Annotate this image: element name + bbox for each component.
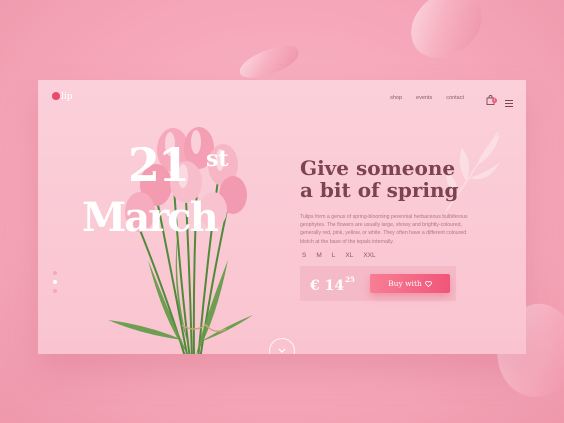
size-option-xl[interactable]: XL <box>345 252 353 259</box>
slider-dot[interactable] <box>53 271 57 275</box>
headline: Give someone a bit of spring <box>300 157 500 201</box>
brand-logo-text: lip <box>61 92 73 102</box>
size-option-xxl[interactable]: XXL <box>363 252 375 259</box>
tulip-bud-icon <box>52 92 60 100</box>
slider-dots <box>53 271 57 293</box>
cart-button[interactable]: 1 <box>486 92 497 105</box>
headline-line-2: a bit of spring <box>300 178 459 202</box>
slider-dot[interactable] <box>53 289 57 293</box>
heart-icon <box>424 280 432 287</box>
menu-button[interactable] <box>505 94 513 107</box>
currency-symbol: € <box>310 278 320 294</box>
price-whole: 14 <box>324 278 345 294</box>
slider-dot-active[interactable] <box>53 280 57 284</box>
buy-button[interactable]: Buy with <box>370 274 450 293</box>
price-cents: 25 <box>345 275 355 284</box>
scroll-down-button[interactable] <box>269 338 295 354</box>
date-suffix: st <box>206 146 229 172</box>
menu-icon <box>505 100 513 107</box>
date-day: 21 <box>128 138 190 192</box>
headline-line-1: Give someone <box>300 156 456 180</box>
size-option-l[interactable]: L <box>332 252 336 259</box>
petal-decoration-top-right <box>398 0 494 69</box>
chevron-down-icon <box>278 348 286 353</box>
brand-logo[interactable]: lip <box>52 92 73 102</box>
size-option-m[interactable]: M <box>316 252 321 259</box>
price: € 1425 <box>310 275 355 294</box>
petal-decoration-top-center <box>235 41 303 83</box>
nav-item-contact[interactable]: contact <box>446 95 464 101</box>
size-selector: S M L XL XXL <box>302 252 376 259</box>
hero-card: lip shop events contact 1 21 st March Gi… <box>38 80 526 354</box>
purchase-box: € 1425 Buy with <box>300 266 456 301</box>
size-option-s[interactable]: S <box>302 252 306 259</box>
buy-button-label: Buy with <box>388 279 422 288</box>
nav-item-events[interactable]: events <box>416 95 432 101</box>
product-description: Tulips form a genus of spring-blooming p… <box>300 214 468 245</box>
cart-badge: 1 <box>492 98 497 103</box>
main-nav: shop events contact <box>390 95 464 101</box>
date-month: March <box>82 194 219 241</box>
nav-item-shop[interactable]: shop <box>390 95 402 101</box>
